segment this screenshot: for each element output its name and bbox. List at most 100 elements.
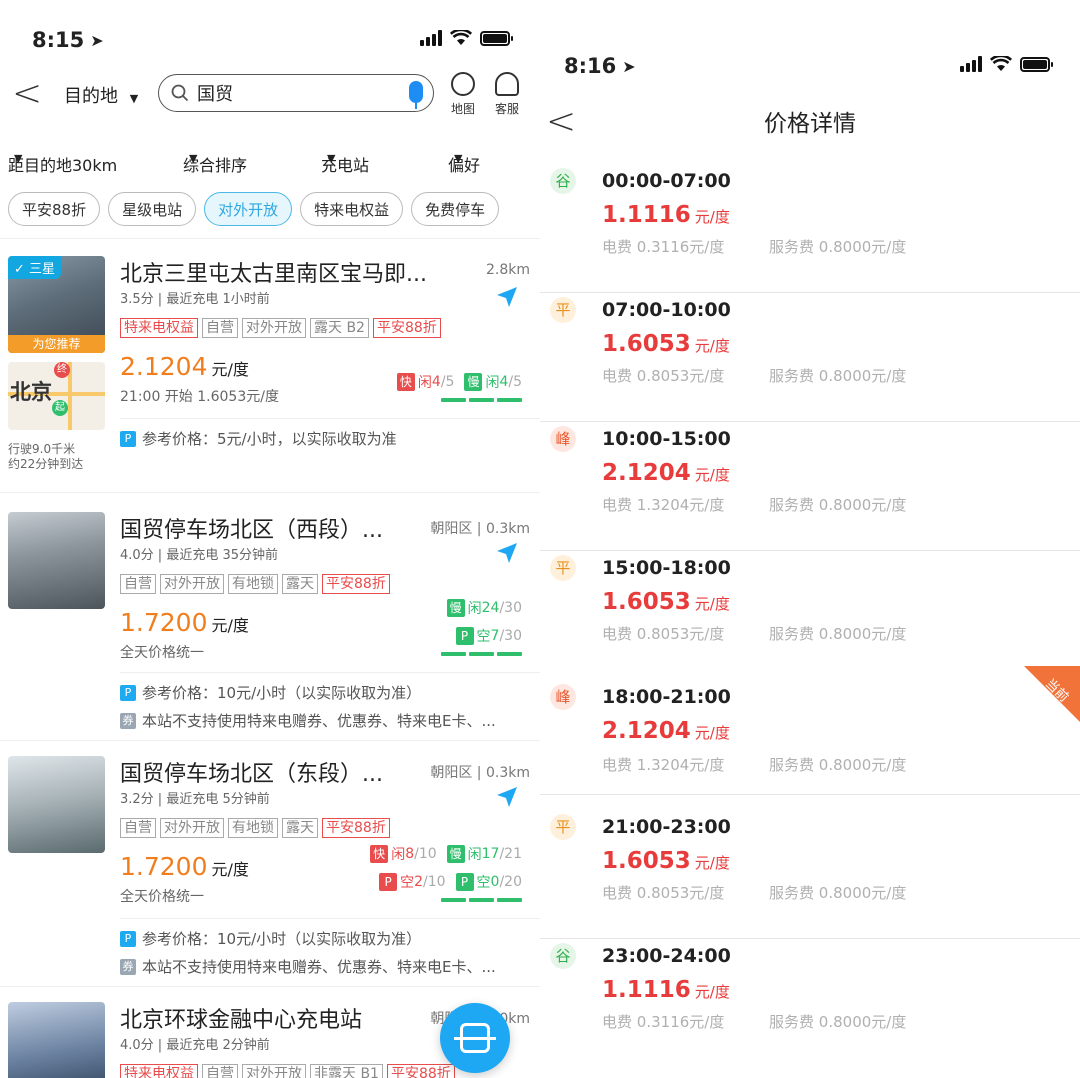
station-distance: 2.8km [485,262,530,278]
slot-time: 15:00-18:00 [602,557,731,579]
service-value: 0.8000元/度 [818,756,907,774]
chip-benefit[interactable]: 特来电权益 [300,192,404,226]
tag: 对外开放 [160,574,224,594]
parking-total: /30 [499,628,522,644]
slot-price-unit: 元/度 [694,466,730,484]
fee-value: 0.3116元/度 [636,1013,725,1031]
fee-value: 0.8053元/度 [636,625,725,643]
price-note: 21:00 开始 1.6053元/度 [120,389,279,405]
fee-value: 0.8053元/度 [636,884,725,902]
station-price: 1.7200 元/度 [120,608,249,637]
slot-price: 1.6053 元/度 [602,848,730,874]
station-distance: 朝阳区 | 0.3km [430,765,530,781]
slot-price-value: 1.6053 [602,848,691,874]
station-list-screen: 8:15 ➤ < 目的地 ▼ 国贸 地图 客服 距目的地30km ▼ 综合排序 ▼ … [0,0,540,1078]
service-label: 服务费 [769,238,815,256]
slow-count: 4 [499,374,509,390]
scan-line [454,1037,496,1040]
slot-price: 1.1116 元/度 [602,202,730,228]
divider [120,418,540,419]
caret-down-icon: ▼ [189,152,198,165]
tag: 自营 [202,318,238,338]
station-meta: 4.0分 | 最近充电 2分钟前 [120,1038,270,1053]
navigate-icon[interactable] [496,542,518,564]
service-label: 客服 [494,102,519,116]
slow-badge: 慢 [464,373,483,391]
fast-count: 4 [431,374,441,390]
fee-value: 1.3204元/度 [636,756,725,774]
headset-icon [495,72,519,96]
electricity-fee: 电费 1.3204元/度 [602,494,724,515]
divider [0,986,540,987]
parking-availability: P 空 2/10 P 空 0/20 [379,872,522,892]
slot-time: 18:00-21:00 [602,686,731,708]
price-note: 全天价格统一 [120,889,204,905]
scan-button[interactable] [440,1003,510,1073]
caret-down-icon: ▼ [454,152,463,165]
service-fee: 服务费 0.8000元/度 [769,236,906,257]
search-input[interactable]: 国贸 [197,80,233,106]
station-title[interactable]: 国贸停车场北区（东段）... [120,756,465,788]
back-button[interactable]: < [12,76,42,112]
parking-state: 空 [476,629,491,645]
mini-map[interactable]: 北京 终 起 [8,362,105,430]
slot-price-unit: 元/度 [694,724,730,742]
destination-dropdown[interactable]: 目的地 ▼ [64,82,138,108]
map-button[interactable]: 地图 [443,72,483,117]
station-meta: 4.0分 | 最近充电 35分钟前 [120,548,278,563]
tag: 非露天 B1 [310,1064,383,1078]
slow-total: /5 [508,374,522,390]
microphone-icon[interactable] [409,81,423,109]
period-badge: 平 [550,814,576,840]
station-title[interactable]: 国贸停车场北区（西段）... [120,512,465,544]
electricity-fee: 电费 0.3116元/度 [602,236,724,257]
slot-price-value: 2.1204 [602,460,691,486]
chip-star-station[interactable]: 星级电站 [108,192,197,226]
parking-badge: P [379,873,398,891]
service-value: 0.8000元/度 [818,238,907,256]
chip-open[interactable]: 对外开放 [204,192,293,226]
caret-down-icon: ▼ [14,152,23,165]
tag: 平安88折 [386,1064,455,1078]
station-card[interactable]: ✓ 三星 为您推荐 北京 终 起 行驶9.0千米 约22分钟到达 北京三里屯太古… [0,252,540,492]
drive-time: 约22分钟到达 [8,457,84,471]
search-icon [171,84,189,102]
period-badge: 谷 [550,168,576,194]
tag: 自营 [120,818,156,838]
station-photo [8,756,105,853]
station-card[interactable]: 国贸停车场北区（西段）... 朝阳区 | 0.3km 4.0分 | 最近充电 3… [0,508,540,738]
divider [0,238,540,239]
navigate-icon[interactable] [496,286,518,308]
slot-price: 1.1116 元/度 [602,977,730,1003]
map-pin-icon [451,72,475,96]
station-title[interactable]: 北京环球金融中心充电站 [120,1002,465,1034]
fast-total: /5 [440,374,455,390]
service-value: 0.8000元/度 [818,625,907,643]
navigate-icon[interactable] [496,786,518,808]
slot-price-value: 1.1116 [602,202,691,228]
charger-availability: 快 闲 8/10 慢 闲 17/21 [370,844,522,864]
divider [120,672,540,673]
station-photo: ✓ 三星 为您推荐 [8,256,105,353]
tag: 特来电权益 [120,1064,198,1078]
parking-info: P 参考价格：10元/小时（以实际收取为准） [120,928,525,949]
coupon-info-text: 本站不支持使用特来电赠券、优惠券、特来电E卡、... [142,958,496,976]
station-title[interactable]: 北京三里屯太古里南区宝马即... [120,256,465,288]
status-icons [420,30,513,46]
fee-label: 电费 [602,367,633,385]
slot-price-unit: 元/度 [694,337,730,355]
station-card[interactable]: 国贸停车场北区（东段）... 朝阳区 | 0.3km 3.2分 | 最近充电 5… [0,752,540,982]
price-value: 2.1204 [120,352,208,381]
fee-value: 1.3204元/度 [636,496,725,514]
status-time: 8:15 [32,28,85,52]
chip-pingan[interactable]: 平安88折 [8,192,101,226]
search-box[interactable]: 国贸 [158,74,434,112]
electricity-fee: 电费 0.8053元/度 [602,365,724,386]
chip-free-parking[interactable]: 免费停车 [411,192,500,226]
price-slot-current: 当前 峰 18:00-21:00 2.1204 元/度 电费 1.3204元/度 … [540,666,1080,795]
wifi-icon [990,56,1012,71]
station-tags: 特来电权益 自营 对外开放 非露天 B1 平安88折 [120,1064,455,1078]
parking-icon: P [120,430,136,447]
customer-service-button[interactable]: 客服 [487,72,527,117]
map-city: 北京 [10,380,52,404]
